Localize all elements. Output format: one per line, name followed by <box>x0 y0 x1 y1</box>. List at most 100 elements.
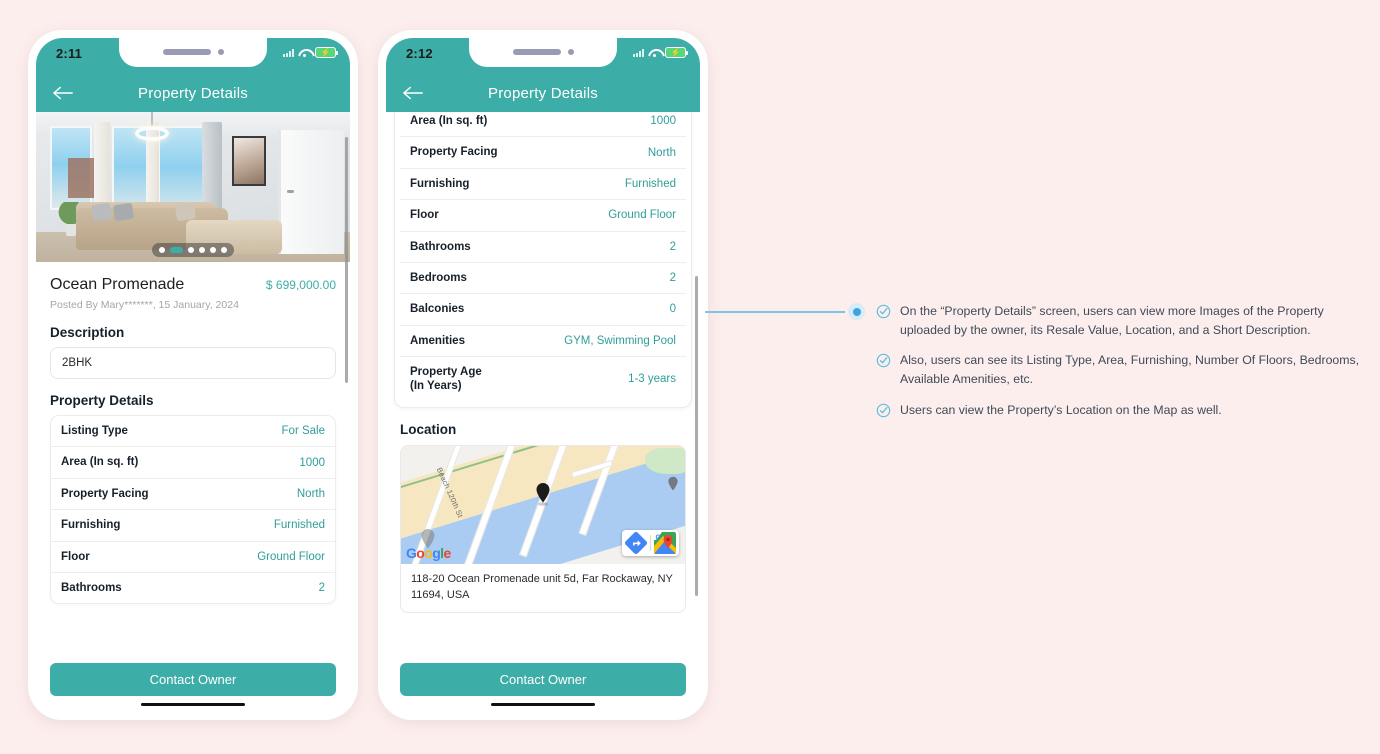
location-card: Beach 120th St Google G 118-20 Ocean Pro… <box>400 444 686 613</box>
contact-owner-button[interactable]: Contact Owner <box>50 662 336 696</box>
table-row: Area (In sq. ft) 1000 <box>51 447 335 479</box>
row-value: 0 <box>669 303 676 316</box>
svg-text:G: G <box>656 534 662 541</box>
carousel-dot[interactable] <box>159 247 165 253</box>
google-maps-icon[interactable]: G <box>654 531 676 554</box>
description-value: 2BHK <box>50 347 336 379</box>
carousel-dots[interactable] <box>152 243 234 257</box>
property-details-heading: Property Details <box>50 393 154 408</box>
row-label: Property Facing <box>410 146 498 159</box>
row-value: 1000 <box>650 115 676 128</box>
row-label: Bedrooms <box>410 271 467 284</box>
row-label: Bathrooms <box>410 240 471 253</box>
scrollbar[interactable] <box>345 116 348 650</box>
notch-speaker <box>512 49 561 55</box>
table-row: Floor Ground Floor <box>51 542 335 573</box>
row-value: GYM, Swimming Pool <box>564 334 676 347</box>
annotation-list: On the “Property Details” screen, users … <box>876 302 1366 419</box>
directions-icon[interactable] <box>625 531 647 554</box>
contact-owner-button[interactable]: Contact Owner <box>400 662 686 696</box>
bottom-bar-two: Contact Owner <box>386 653 700 712</box>
back-arrow-icon[interactable] <box>52 85 74 101</box>
annotation-text: Users can view the Property’s Location o… <box>900 402 1222 417</box>
table-row: Balconies 0 <box>400 294 686 326</box>
wifi-icon <box>298 48 311 58</box>
property-title: Ocean Promenade <box>50 276 185 293</box>
table-row: Furnishing Furnished <box>400 169 686 201</box>
table-row-clipped: Area (In sq. ft) 1000 <box>400 112 686 138</box>
table-row: Property Facing North <box>400 137 686 169</box>
property-address: 118-20 Ocean Promenade unit 5d, Far Rock… <box>411 572 673 601</box>
listing-title-row: Ocean Promenade $ 699,000.00 <box>50 276 336 294</box>
row-value: North <box>647 146 676 159</box>
notch-camera <box>217 49 224 55</box>
battery-charging-icon: ⚡ <box>315 47 339 58</box>
row-label: Balconies <box>410 303 465 316</box>
check-circle-icon <box>876 304 891 319</box>
row-value: North <box>296 487 325 500</box>
row-value: Ground Floor <box>257 550 325 563</box>
notch-speaker <box>162 49 211 55</box>
property-details-card-one: Listing Type For Sale Area (In sq. ft) 1… <box>50 415 336 605</box>
notch-camera <box>567 49 574 55</box>
list-item: Users can view the Property’s Location o… <box>876 401 1366 420</box>
home-indicator <box>141 702 245 706</box>
page-title: Property Details <box>488 84 598 102</box>
description-heading: Description <box>50 325 125 340</box>
location-map[interactable]: Beach 120th St Google G <box>401 445 685 564</box>
table-row: Bathrooms 2 <box>51 573 335 603</box>
signal-icon <box>283 48 294 57</box>
row-label: Property Facing <box>61 487 149 500</box>
carousel-dot[interactable] <box>210 247 216 253</box>
wifi-icon <box>648 48 661 58</box>
row-value: 2 <box>669 272 676 285</box>
app-bar-one: Property Details <box>36 74 350 112</box>
posted-by-text: Posted By Mary*******, 15 January, 2024 <box>50 299 239 311</box>
carousel-dot[interactable] <box>188 247 194 253</box>
row-label: Area (In sq. ft) <box>410 115 488 127</box>
bottom-bar-one: Contact Owner <box>36 653 350 712</box>
table-row: Bathrooms 2 <box>400 232 686 263</box>
app-bar-two: Property Details <box>386 74 700 112</box>
table-row: Bedrooms 2 <box>400 263 686 295</box>
carousel-dot-active[interactable] <box>170 247 183 253</box>
check-circle-icon <box>876 354 891 368</box>
carousel-dot[interactable] <box>221 247 227 253</box>
phone-mockup-one: 2:11 ⚡ Property Details Ocean Promenade … <box>28 30 358 720</box>
status-bar-one: 2:11 ⚡ <box>36 38 350 74</box>
carousel-dot[interactable] <box>199 247 205 253</box>
row-label: Bathrooms <box>61 581 122 594</box>
screen-body-two: Area (In sq. ft) 1000 Property Facing No… <box>386 112 700 654</box>
row-value: 2 <box>318 582 325 595</box>
row-value: Furnished <box>624 177 676 190</box>
row-value: 2 <box>669 240 676 253</box>
table-row: Amenities GYM, Swimming Pool <box>400 326 686 357</box>
battery-charging-icon: ⚡ <box>665 47 689 58</box>
row-label: Area (In sq. ft) <box>61 456 139 469</box>
row-value: Furnished <box>273 519 325 532</box>
annotation-text: On the “Property Details” screen, users … <box>900 304 1324 337</box>
status-time: 2:11 <box>56 46 83 61</box>
row-label: Property Age (In Years) <box>410 366 482 393</box>
list-item: Also, users can see its Listing Type, Ar… <box>876 351 1366 388</box>
status-bar-two: 2:12 ⚡ <box>386 38 700 74</box>
annotation-anchor-dot <box>848 303 865 320</box>
table-row: Listing Type For Sale <box>51 416 335 448</box>
scrollbar[interactable] <box>695 116 698 650</box>
map-pin-icon[interactable] <box>535 482 552 506</box>
back-arrow-icon[interactable] <box>402 85 424 101</box>
row-label: Listing Type <box>61 425 128 437</box>
row-label: Floor <box>410 209 439 222</box>
property-details-card-two: Area (In sq. ft) 1000 Property Facing No… <box>394 112 692 408</box>
phone-mockup-two: 2:12 ⚡ Property Details Area (In sq. ft)… <box>378 30 708 720</box>
map-controls[interactable]: G <box>622 529 679 556</box>
screen-body-one: Ocean Promenade $ 699,000.00 Posted By M… <box>36 112 350 654</box>
map-pin-secondary-icon[interactable] <box>667 476 679 493</box>
property-image-carousel[interactable] <box>36 112 350 262</box>
annotation-text: Also, users can see its Listing Type, Ar… <box>900 353 1360 387</box>
check-circle-icon <box>876 403 891 418</box>
phone-notch <box>469 38 617 67</box>
row-value: For Sale <box>281 425 325 438</box>
row-value: Ground Floor <box>608 209 676 222</box>
list-item: On the “Property Details” screen, users … <box>876 302 1366 339</box>
